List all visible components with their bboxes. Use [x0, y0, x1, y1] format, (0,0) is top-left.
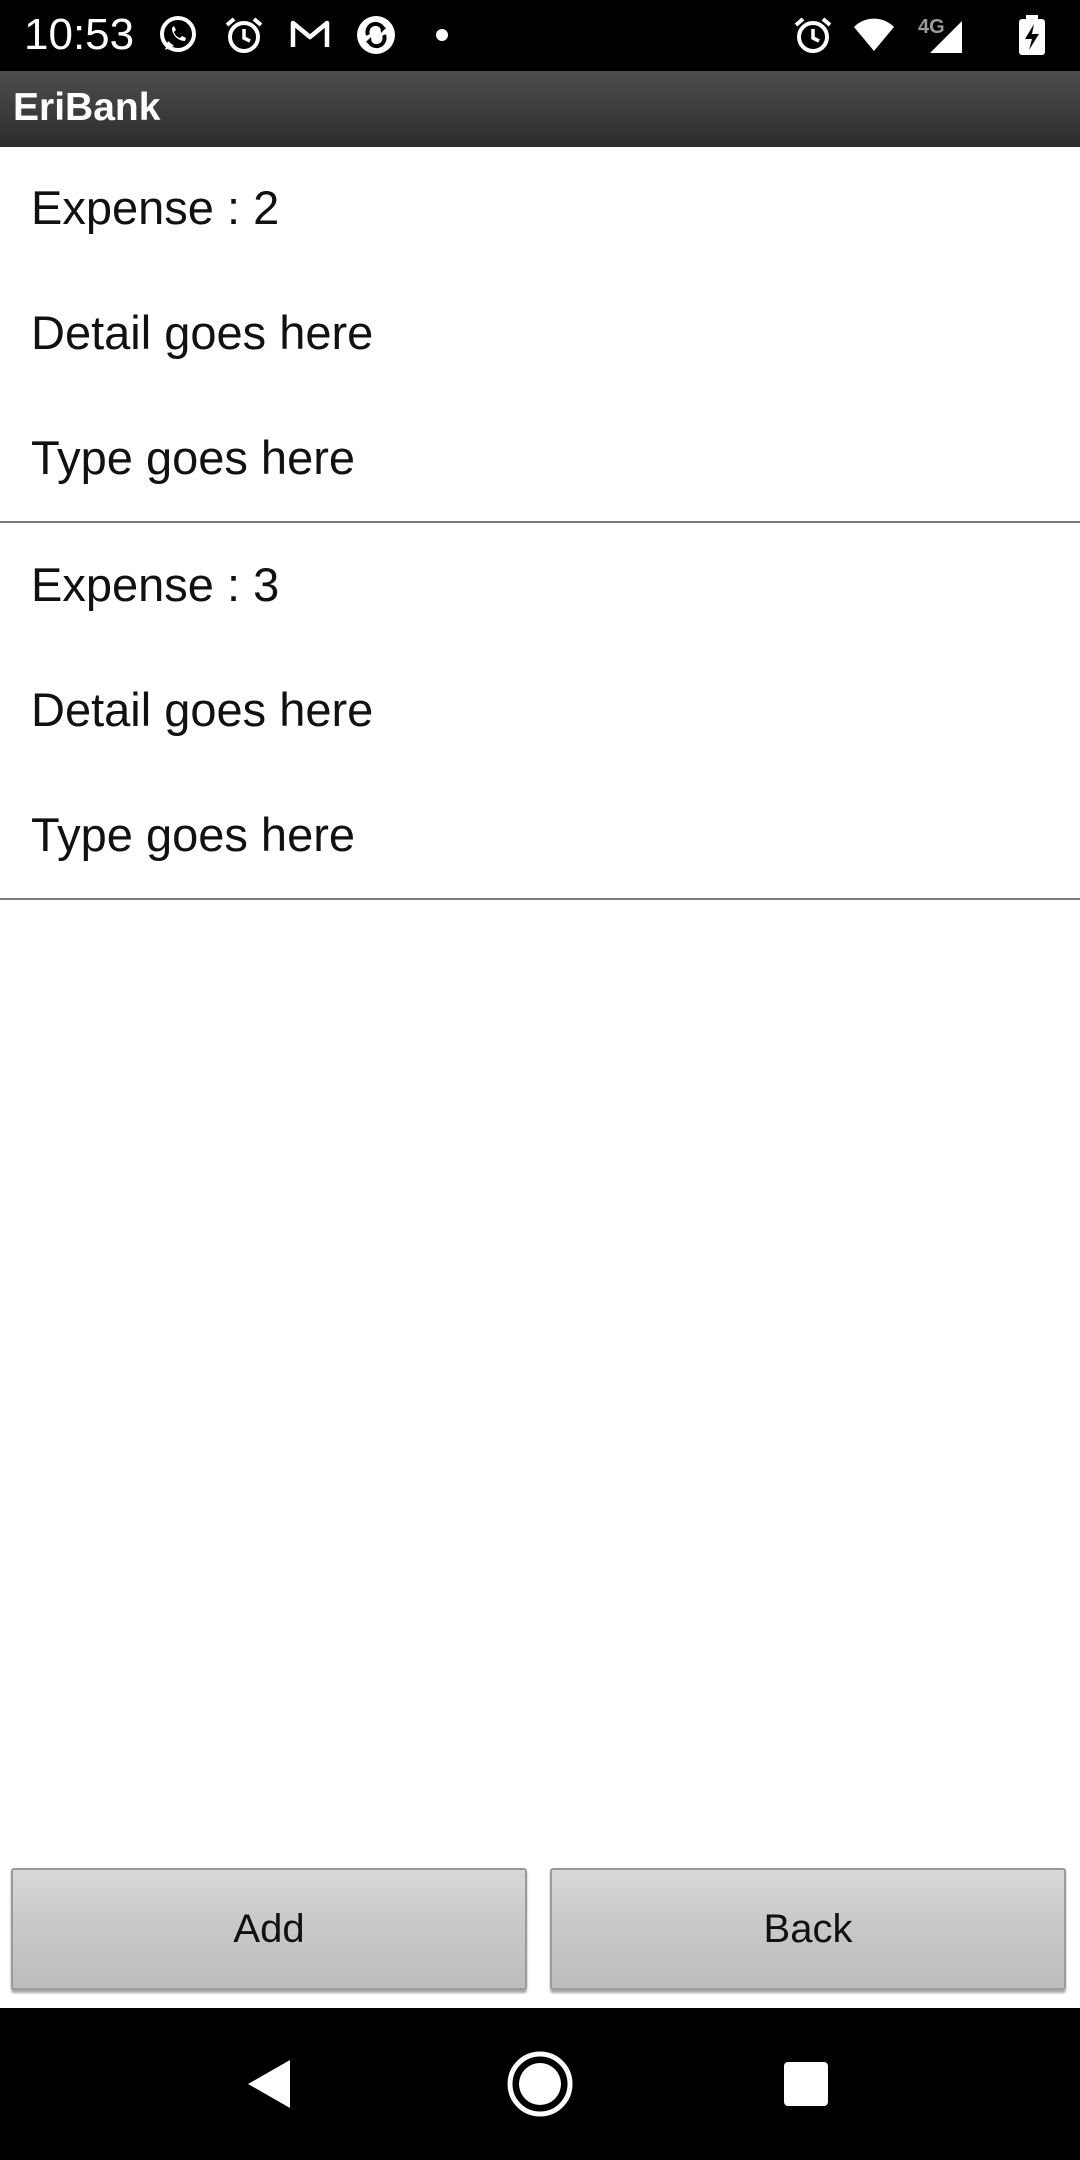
notification-dot-icon: [420, 13, 464, 57]
gmail-icon: [288, 13, 332, 57]
recents-nav-icon[interactable]: [768, 2046, 844, 2122]
network-label: 4G: [918, 16, 945, 38]
alarm-icon: [222, 13, 266, 57]
status-time: 10:53: [24, 10, 135, 59]
network-4g-icon: 4G: [912, 13, 972, 57]
sync-app-icon: [354, 13, 398, 57]
expense-detail: Detail goes here: [31, 306, 374, 359]
list-item-expense[interactable]: Expense : 2 Detail goes here Type goes h…: [0, 147, 1080, 523]
expense-title: Expense : 2: [31, 181, 280, 234]
expense-type: Type goes here: [31, 431, 355, 484]
back-nav-icon[interactable]: [232, 2046, 308, 2122]
navigation-bar: [0, 2008, 1080, 2160]
battery-charging-icon: [1012, 13, 1052, 57]
expense-title: Expense : 3: [31, 558, 280, 611]
back-button[interactable]: Back: [550, 1868, 1066, 1990]
alarm-icon: [791, 13, 835, 57]
add-button[interactable]: Add: [11, 1868, 527, 1990]
expense-detail: Detail goes here: [31, 683, 374, 736]
list-item-expense[interactable]: Expense : 3 Detail goes here Type goes h…: [0, 524, 1080, 900]
wifi-icon: [852, 13, 896, 57]
action-bar: EriBank: [0, 71, 1080, 147]
home-nav-icon[interactable]: [502, 2046, 578, 2122]
screen: 10:53 4G EriBank Expense: 2 Detail goes…: [0, 0, 1080, 2160]
expense-type: Type goes here: [31, 808, 355, 861]
whatsapp-icon: [156, 13, 200, 57]
app-title: EriBank: [13, 86, 161, 129]
status-bar: 10:53 4G: [0, 0, 1080, 71]
